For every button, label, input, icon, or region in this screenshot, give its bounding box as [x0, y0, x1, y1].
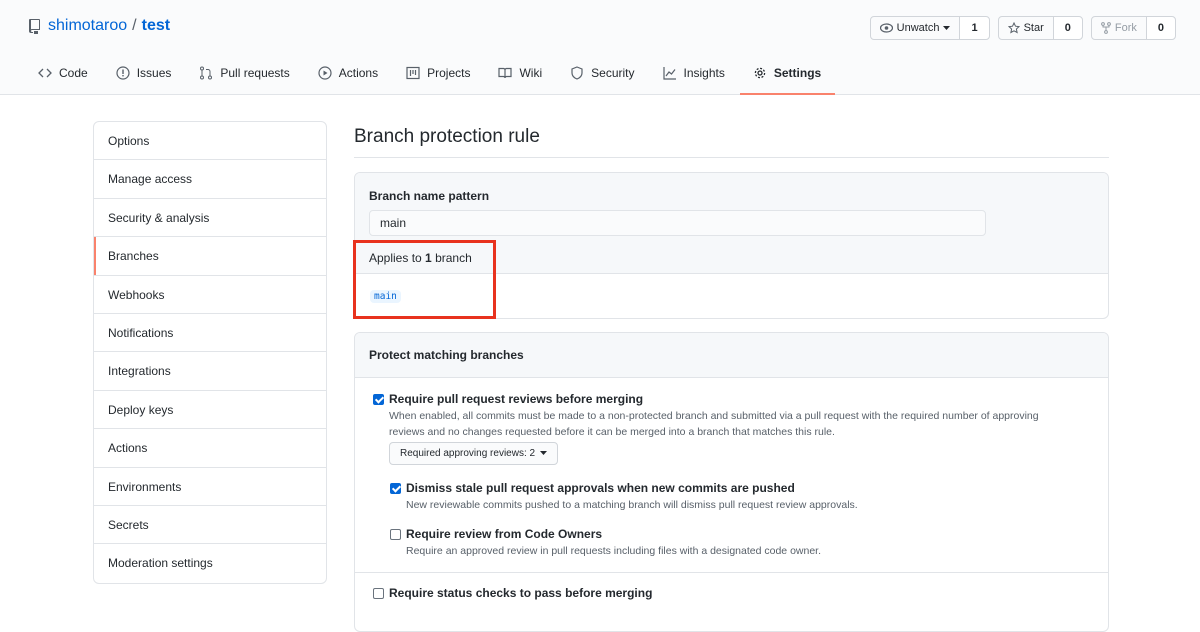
dismiss-stale-checkbox[interactable] — [390, 483, 401, 494]
book-icon — [498, 67, 513, 79]
sidebar-item-integrations[interactable]: Integrations — [94, 352, 326, 391]
status-checks-checkbox[interactable] — [373, 588, 384, 599]
repo-owner-link[interactable]: shimotaroo — [48, 17, 127, 35]
star-icon — [1007, 22, 1020, 34]
sidebar-item-actions[interactable]: Actions — [94, 429, 326, 468]
settings-sidebar: Options Manage access Security & analysi… — [93, 121, 327, 584]
tab-label: Settings — [773, 66, 822, 80]
fork-button[interactable]: Fork — [1092, 17, 1147, 39]
tab-wiki[interactable]: Wiki — [498, 60, 556, 95]
sidebar-item-webhooks[interactable]: Webhooks — [94, 276, 326, 314]
code-owners-title: Require review from Code Owners — [406, 527, 603, 541]
caret-down-icon — [943, 26, 951, 30]
status-checks-title: Require status checks to pass before mer… — [389, 586, 653, 600]
repo-tabs: Code Issues Pull requests Actions Projec… — [38, 60, 849, 95]
star-button[interactable]: Star — [999, 17, 1054, 39]
tab-label: Pull requests — [220, 66, 290, 80]
tab-code[interactable]: Code — [38, 60, 102, 95]
sidebar-item-options[interactable]: Options — [94, 122, 326, 161]
require-reviews-checkbox[interactable] — [373, 394, 384, 405]
require-reviews-title: Require pull request reviews before merg… — [389, 392, 644, 406]
tab-issues[interactable]: Issues — [116, 60, 186, 95]
unwatch-button[interactable]: Unwatch — [871, 17, 961, 39]
sidebar-item-moderation-settings[interactable]: Moderation settings — [94, 544, 326, 582]
star-button-group: Star 0 — [997, 16, 1083, 40]
fork-button-group: Fork 0 — [1090, 16, 1176, 40]
graph-icon — [662, 67, 676, 80]
tab-insights[interactable]: Insights — [662, 60, 739, 95]
sidebar-item-security-analysis[interactable]: Security & analysis — [94, 199, 326, 238]
fork-icon — [1100, 22, 1111, 34]
main-content: Branch protection rule Branch name patte… — [354, 121, 1109, 632]
code-icon — [38, 68, 52, 78]
dismiss-stale-title: Dismiss stale pull request approvals whe… — [406, 481, 795, 495]
star-label: Star — [1023, 22, 1044, 34]
tab-settings[interactable]: Settings — [739, 60, 836, 95]
tab-label: Actions — [338, 66, 379, 80]
sidebar-item-notifications[interactable]: Notifications — [94, 314, 326, 353]
sidebar-item-environments[interactable]: Environments — [94, 468, 326, 506]
sidebar-item-manage-access[interactable]: Manage access — [94, 160, 326, 199]
repo-name-link[interactable]: test — [142, 17, 170, 35]
tab-label: Wiki — [519, 66, 543, 80]
rule-divider — [355, 572, 1108, 573]
required-reviews-select[interactable]: Required approving reviews: 2 — [389, 442, 558, 465]
watch-button-group: Unwatch 1 — [869, 16, 990, 40]
repo-title: shimotaroo / test — [28, 17, 170, 35]
eye-icon — [879, 23, 893, 33]
sidebar-item-branches[interactable]: Branches — [94, 237, 326, 276]
tab-label: Projects — [427, 66, 471, 80]
tab-label: Security — [591, 66, 635, 80]
tab-pull-requests[interactable]: Pull requests — [199, 60, 303, 95]
issue-icon — [116, 66, 130, 80]
tab-projects[interactable]: Projects — [406, 60, 484, 95]
watch-count[interactable]: 1 — [960, 17, 989, 39]
annotation-highlight-box — [353, 240, 496, 319]
tab-actions[interactable]: Actions — [318, 60, 392, 95]
dismiss-stale-description: New reviewable commits pushed to a match… — [406, 499, 858, 511]
tab-label: Issues — [136, 66, 172, 80]
tab-security[interactable]: Security — [570, 60, 648, 95]
repo-separator: / — [132, 17, 137, 34]
play-icon — [318, 66, 332, 80]
unwatch-label: Unwatch — [896, 22, 940, 34]
sidebar-item-deploy-keys[interactable]: Deploy keys — [94, 391, 326, 430]
project-icon — [406, 66, 420, 80]
fork-count[interactable]: 0 — [1146, 17, 1175, 39]
star-count[interactable]: 0 — [1053, 17, 1082, 39]
required-reviews-value: Required approving reviews: 2 — [400, 448, 536, 459]
tab-label: Insights — [683, 66, 725, 80]
page-title: Branch protection rule — [354, 121, 1109, 158]
repo-icon — [29, 19, 40, 34]
repo-header: shimotaroo / test Unwatch 1 Star 0 Fork — [0, 0, 1200, 95]
code-owners-checkbox[interactable] — [390, 529, 401, 540]
code-owners-description: Require an approved review in pull reque… — [406, 545, 822, 557]
shield-icon — [571, 66, 583, 80]
sidebar-item-secrets[interactable]: Secrets — [94, 506, 326, 545]
branch-pattern-label: Branch name pattern — [369, 189, 490, 203]
protect-branches-heading: Protect matching branches — [355, 333, 1108, 378]
gear-icon — [754, 67, 766, 79]
repo-actions: Unwatch 1 Star 0 Fork 0 — [869, 16, 1176, 40]
caret-down-icon — [539, 451, 547, 456]
require-reviews-description: When enabled, all commits must be made t… — [389, 410, 1039, 438]
tab-label: Code — [59, 66, 88, 80]
fork-label: Fork — [1114, 22, 1137, 34]
pull-request-icon — [200, 66, 213, 80]
protect-branches-box: Protect matching branches Require pull r… — [354, 332, 1109, 632]
branch-pattern-input[interactable]: main — [369, 210, 986, 236]
